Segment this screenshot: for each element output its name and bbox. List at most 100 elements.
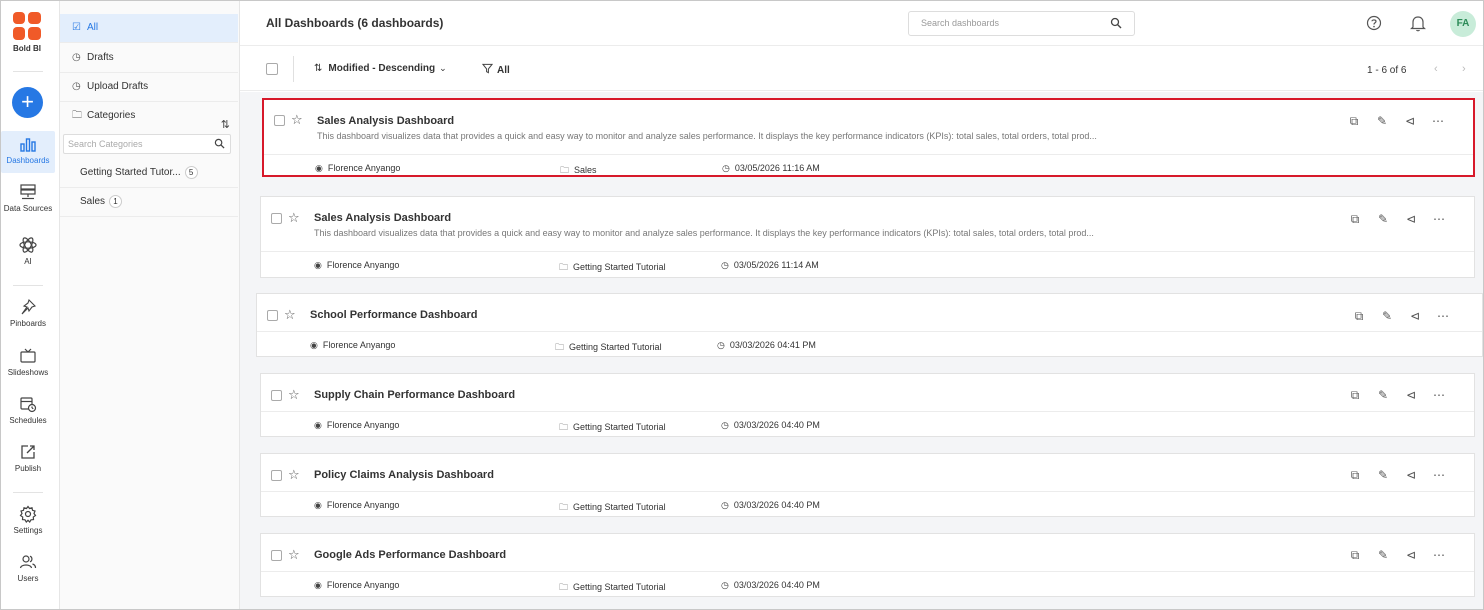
open-external-icon[interactable]: ⧉	[1341, 468, 1369, 483]
share-icon[interactable]: ⊲	[1396, 114, 1424, 128]
rail-item-settings[interactable]: Settings	[1, 501, 55, 543]
card-checkbox[interactable]	[271, 390, 282, 401]
category-meta: 🗀 Getting Started Tutorial	[559, 500, 666, 516]
rail-item-users[interactable]: Users	[1, 549, 55, 591]
share-icon[interactable]: ⊲	[1397, 212, 1425, 226]
dashboard-card[interactable]: ☆ Policy Claims Analysis Dashboard ◉ Flor…	[260, 453, 1475, 517]
user-icon: ◉	[314, 580, 322, 590]
dashboard-card[interactable]: ☆ Sales Analysis Dashboard This dashboar…	[260, 196, 1475, 278]
user-icon: ◉	[314, 420, 322, 430]
panel-item-categories[interactable]: 🗀 Categories ⇅	[60, 102, 238, 131]
dashboard-title[interactable]: Sales Analysis Dashboard	[314, 212, 451, 224]
edit-icon[interactable]: ✎	[1373, 309, 1401, 323]
edit-icon[interactable]: ✎	[1369, 388, 1397, 402]
add-new-button[interactable]: +	[12, 87, 43, 118]
bell-icon[interactable]	[1410, 14, 1426, 32]
rail-label-users: Users	[17, 574, 39, 583]
star-icon[interactable]: ☆	[288, 467, 300, 483]
more-icon[interactable]: ⋯	[1429, 309, 1457, 323]
dashboard-card[interactable]: ☆ Sales Analysis Dashboard This dashboar…	[262, 98, 1475, 177]
share-icon[interactable]: ⊲	[1397, 468, 1425, 482]
edit-icon[interactable]: ✎	[1368, 114, 1396, 128]
panel-item-drafts[interactable]: ◷ Drafts	[60, 44, 238, 73]
modified-meta: ◷ 03/03/2026 04:40 PM	[721, 580, 820, 591]
card-divider	[261, 411, 1474, 412]
edit-icon[interactable]: ✎	[1369, 548, 1397, 562]
select-all-checkbox[interactable]	[266, 63, 278, 75]
filter-label: All	[497, 65, 510, 76]
user-icon: ◉	[314, 260, 322, 270]
star-icon[interactable]: ☆	[284, 307, 296, 323]
card-checkbox[interactable]	[271, 213, 282, 224]
modified-meta: ◷ 03/05/2026 11:14 AM	[721, 260, 819, 271]
dashboard-title[interactable]: School Performance Dashboard	[310, 309, 478, 321]
category-item-sales[interactable]: Sales 1	[60, 188, 238, 217]
user-icon: ◉	[314, 500, 322, 510]
card-checkbox[interactable]	[274, 115, 285, 126]
logo-text: Bold BI	[13, 44, 41, 53]
category-name: Sales	[574, 165, 597, 175]
rail-item-ai[interactable]: AI	[1, 232, 55, 274]
dashboard-card[interactable]: ☆ Supply Chain Performance Dashboard ◉ Fl…	[260, 373, 1475, 437]
star-icon[interactable]: ☆	[288, 387, 300, 403]
open-external-icon[interactable]: ⧉	[1340, 114, 1368, 129]
category-item-getting-started[interactable]: Getting Started Tutor... 5	[60, 159, 238, 188]
rail-item-pinboards[interactable]: Pinboards	[1, 294, 55, 336]
dashboard-description: This dashboard visualizes data that prov…	[317, 131, 1097, 141]
dashboard-title[interactable]: Sales Analysis Dashboard	[317, 115, 454, 127]
share-icon[interactable]: ⊲	[1397, 548, 1425, 562]
rail-divider	[13, 71, 43, 72]
owner-name: Florence Anyango	[327, 163, 401, 173]
clock-icon: ◷	[717, 340, 725, 350]
rail-divider	[13, 492, 43, 493]
star-icon[interactable]: ☆	[288, 547, 300, 563]
prev-page-icon[interactable]: ‹	[1434, 63, 1438, 75]
rail-item-slideshows[interactable]: Slideshows	[1, 343, 55, 385]
dashboard-title[interactable]: Policy Claims Analysis Dashboard	[314, 469, 494, 481]
card-checkbox[interactable]	[271, 470, 282, 481]
owner-name: Florence Anyango	[322, 340, 396, 350]
rail-item-data-sources[interactable]: Data Sources	[1, 179, 55, 221]
open-external-icon[interactable]: ⧉	[1345, 309, 1373, 324]
more-icon[interactable]: ⋯	[1425, 388, 1453, 402]
star-icon[interactable]: ☆	[288, 210, 300, 226]
open-external-icon[interactable]: ⧉	[1341, 388, 1369, 403]
filter-dropdown[interactable]: All	[481, 63, 510, 76]
dashboard-title[interactable]: Supply Chain Performance Dashboard	[314, 389, 515, 401]
rail-item-schedules[interactable]: Schedules	[1, 391, 55, 433]
dashboard-card[interactable]: ☆ School Performance Dashboard ◉ Florence…	[256, 293, 1483, 357]
edit-icon[interactable]: ✎	[1369, 468, 1397, 482]
edit-icon[interactable]: ✎	[1369, 212, 1397, 226]
category-count-badge: 5	[184, 165, 198, 179]
user-avatar[interactable]: FA	[1450, 11, 1476, 37]
open-external-icon[interactable]: ⧉	[1341, 548, 1369, 563]
category-meta: 🗀 Getting Started Tutorial	[559, 580, 666, 596]
bold-bi-logo[interactable]	[13, 12, 41, 40]
rail-item-dashboards[interactable]: Dashboards	[1, 131, 55, 173]
category-search-input[interactable]: Search Categories	[63, 134, 231, 154]
sort-dropdown[interactable]: ⇅ Modified - Descending ⌄	[314, 63, 447, 74]
panel-item-all[interactable]: ☑ All	[60, 14, 238, 43]
more-icon[interactable]: ⋯	[1425, 548, 1453, 562]
more-icon[interactable]: ⋯	[1425, 212, 1453, 226]
owner-meta: ◉ Florence Anyango	[315, 163, 400, 174]
more-icon[interactable]: ⋯	[1425, 468, 1453, 482]
owner-meta: ◉ Florence Anyango	[310, 340, 395, 351]
more-icon[interactable]: ⋯	[1424, 114, 1452, 128]
dashboard-title[interactable]: Google Ads Performance Dashboard	[314, 549, 506, 561]
rail-item-publish[interactable]: Publish	[1, 439, 55, 481]
card-checkbox[interactable]	[271, 550, 282, 561]
modified-date: 03/03/2026 04:40 PM	[733, 420, 820, 430]
category-name: Getting Started Tutorial	[573, 262, 666, 272]
share-icon[interactable]: ⊲	[1397, 388, 1425, 402]
dashboard-search-input[interactable]: Search dashboards	[908, 11, 1135, 36]
dashboard-card[interactable]: ☆ Google Ads Performance Dashboard ◉ Flor…	[260, 533, 1475, 597]
panel-item-upload-drafts[interactable]: ◷ Upload Drafts	[60, 73, 238, 102]
paging-info: 1 - 6 of 6	[1367, 65, 1407, 76]
card-checkbox[interactable]	[267, 310, 278, 321]
share-icon[interactable]: ⊲	[1401, 309, 1429, 323]
star-icon[interactable]: ☆	[291, 112, 303, 128]
open-external-icon[interactable]: ⧉	[1341, 212, 1369, 227]
next-page-icon[interactable]: ›	[1462, 63, 1466, 75]
help-icon[interactable]	[1366, 15, 1382, 31]
